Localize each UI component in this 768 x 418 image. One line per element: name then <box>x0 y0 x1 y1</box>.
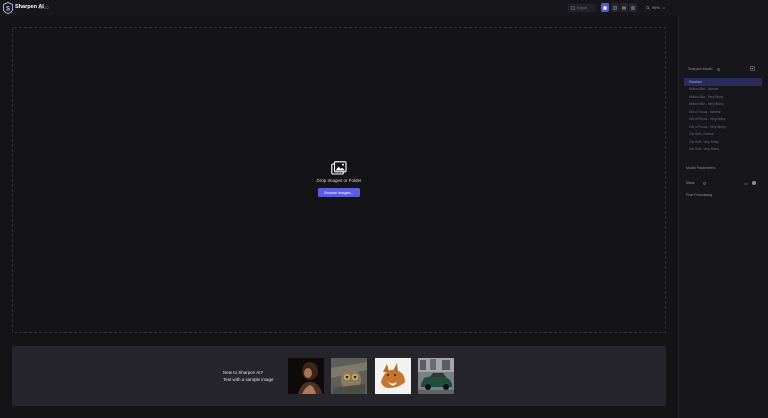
model-option-motion-blur-very-blurry[interactable]: Motion Blur - Very Blurry <box>684 101 762 109</box>
images-icon <box>331 161 347 175</box>
single-view-icon <box>603 5 607 10</box>
split-view-icon <box>613 5 617 10</box>
grid-view-button[interactable] <box>629 3 637 12</box>
split-view-button[interactable] <box>611 3 619 12</box>
model-option-motion-blur-normal[interactable]: Motion Blur - Normal <box>684 86 762 94</box>
right-sidebar <box>678 16 768 418</box>
export-label: Export <box>577 6 588 10</box>
post-processing-title[interactable]: Post Processing <box>686 193 712 197</box>
app-version: v4.0.2 <box>38 4 49 10</box>
export-button[interactable]: Export <box>568 4 596 12</box>
sample-thumbnail-portrait[interactable] <box>288 358 324 394</box>
mask-title: Mask <box>686 181 695 185</box>
chevron-down-icon <box>662 6 665 9</box>
sample-thumbnail-fox[interactable] <box>375 358 411 394</box>
model-option-too-soft-very-noisy[interactable]: Too Soft - Very Noisy <box>684 138 762 146</box>
export-icon <box>571 6 575 10</box>
mask-value: Off <box>744 181 748 186</box>
info-icon[interactable] <box>717 67 720 71</box>
sample-cta-text: Test with a sample image <box>223 377 274 382</box>
mask-info-icon[interactable] <box>703 181 706 185</box>
grid-view-icon <box>631 5 635 10</box>
sharpen-model-list: Standard Motion Blur - Normal Motion Blu… <box>684 78 762 153</box>
sharpen-ai-logo-icon: S <box>3 2 13 14</box>
drop-images-text: Drop Images or Folder <box>316 178 362 183</box>
model-option-out-of-focus-very-blurry[interactable]: Out of Focus - Very Blurry <box>684 123 762 131</box>
model-parameters-title[interactable]: Model Parameters <box>686 166 715 170</box>
model-option-out-of-focus-normal[interactable]: Out of Focus - Normal <box>684 108 762 116</box>
sample-thumbnail-car[interactable] <box>418 358 454 394</box>
owl-image-icon <box>331 358 367 394</box>
zoom-control[interactable]: 90% <box>646 3 672 12</box>
zoom-icon <box>646 5 650 10</box>
model-option-standard[interactable]: Standard <box>684 78 762 86</box>
side-by-side-view-button[interactable] <box>620 3 628 12</box>
sample-thumbnail-owl[interactable] <box>331 358 367 394</box>
model-option-too-soft-very-blurry[interactable]: Too Soft - Very Blurry <box>684 146 762 154</box>
model-option-too-soft-normal[interactable]: Too Soft - Normal <box>684 131 762 139</box>
model-option-motion-blur-very-noisy[interactable]: Motion Blur - Very Noisy <box>684 93 762 101</box>
portrait-image-icon <box>288 358 324 394</box>
svg-text:S: S <box>6 6 10 12</box>
model-option-out-of-focus-very-noisy[interactable]: Out of Focus - Very Noisy <box>684 116 762 124</box>
model-settings-icon[interactable] <box>750 66 755 71</box>
mask-toggle[interactable] <box>752 181 756 185</box>
car-image-icon <box>418 358 454 394</box>
sample-intro-text: New to Sharpen AI? <box>223 370 264 375</box>
side-by-side-icon <box>622 6 626 9</box>
title-bar: S Sharpen AI v4.0.2 Export 90% <box>0 0 768 16</box>
sharpen-model-title: Sharpen Model <box>688 67 713 71</box>
zoom-value: 90% <box>652 5 660 10</box>
single-view-button[interactable] <box>601 3 609 12</box>
browse-images-button[interactable]: Browse Images... <box>318 188 360 197</box>
fox-image-icon <box>375 358 411 394</box>
